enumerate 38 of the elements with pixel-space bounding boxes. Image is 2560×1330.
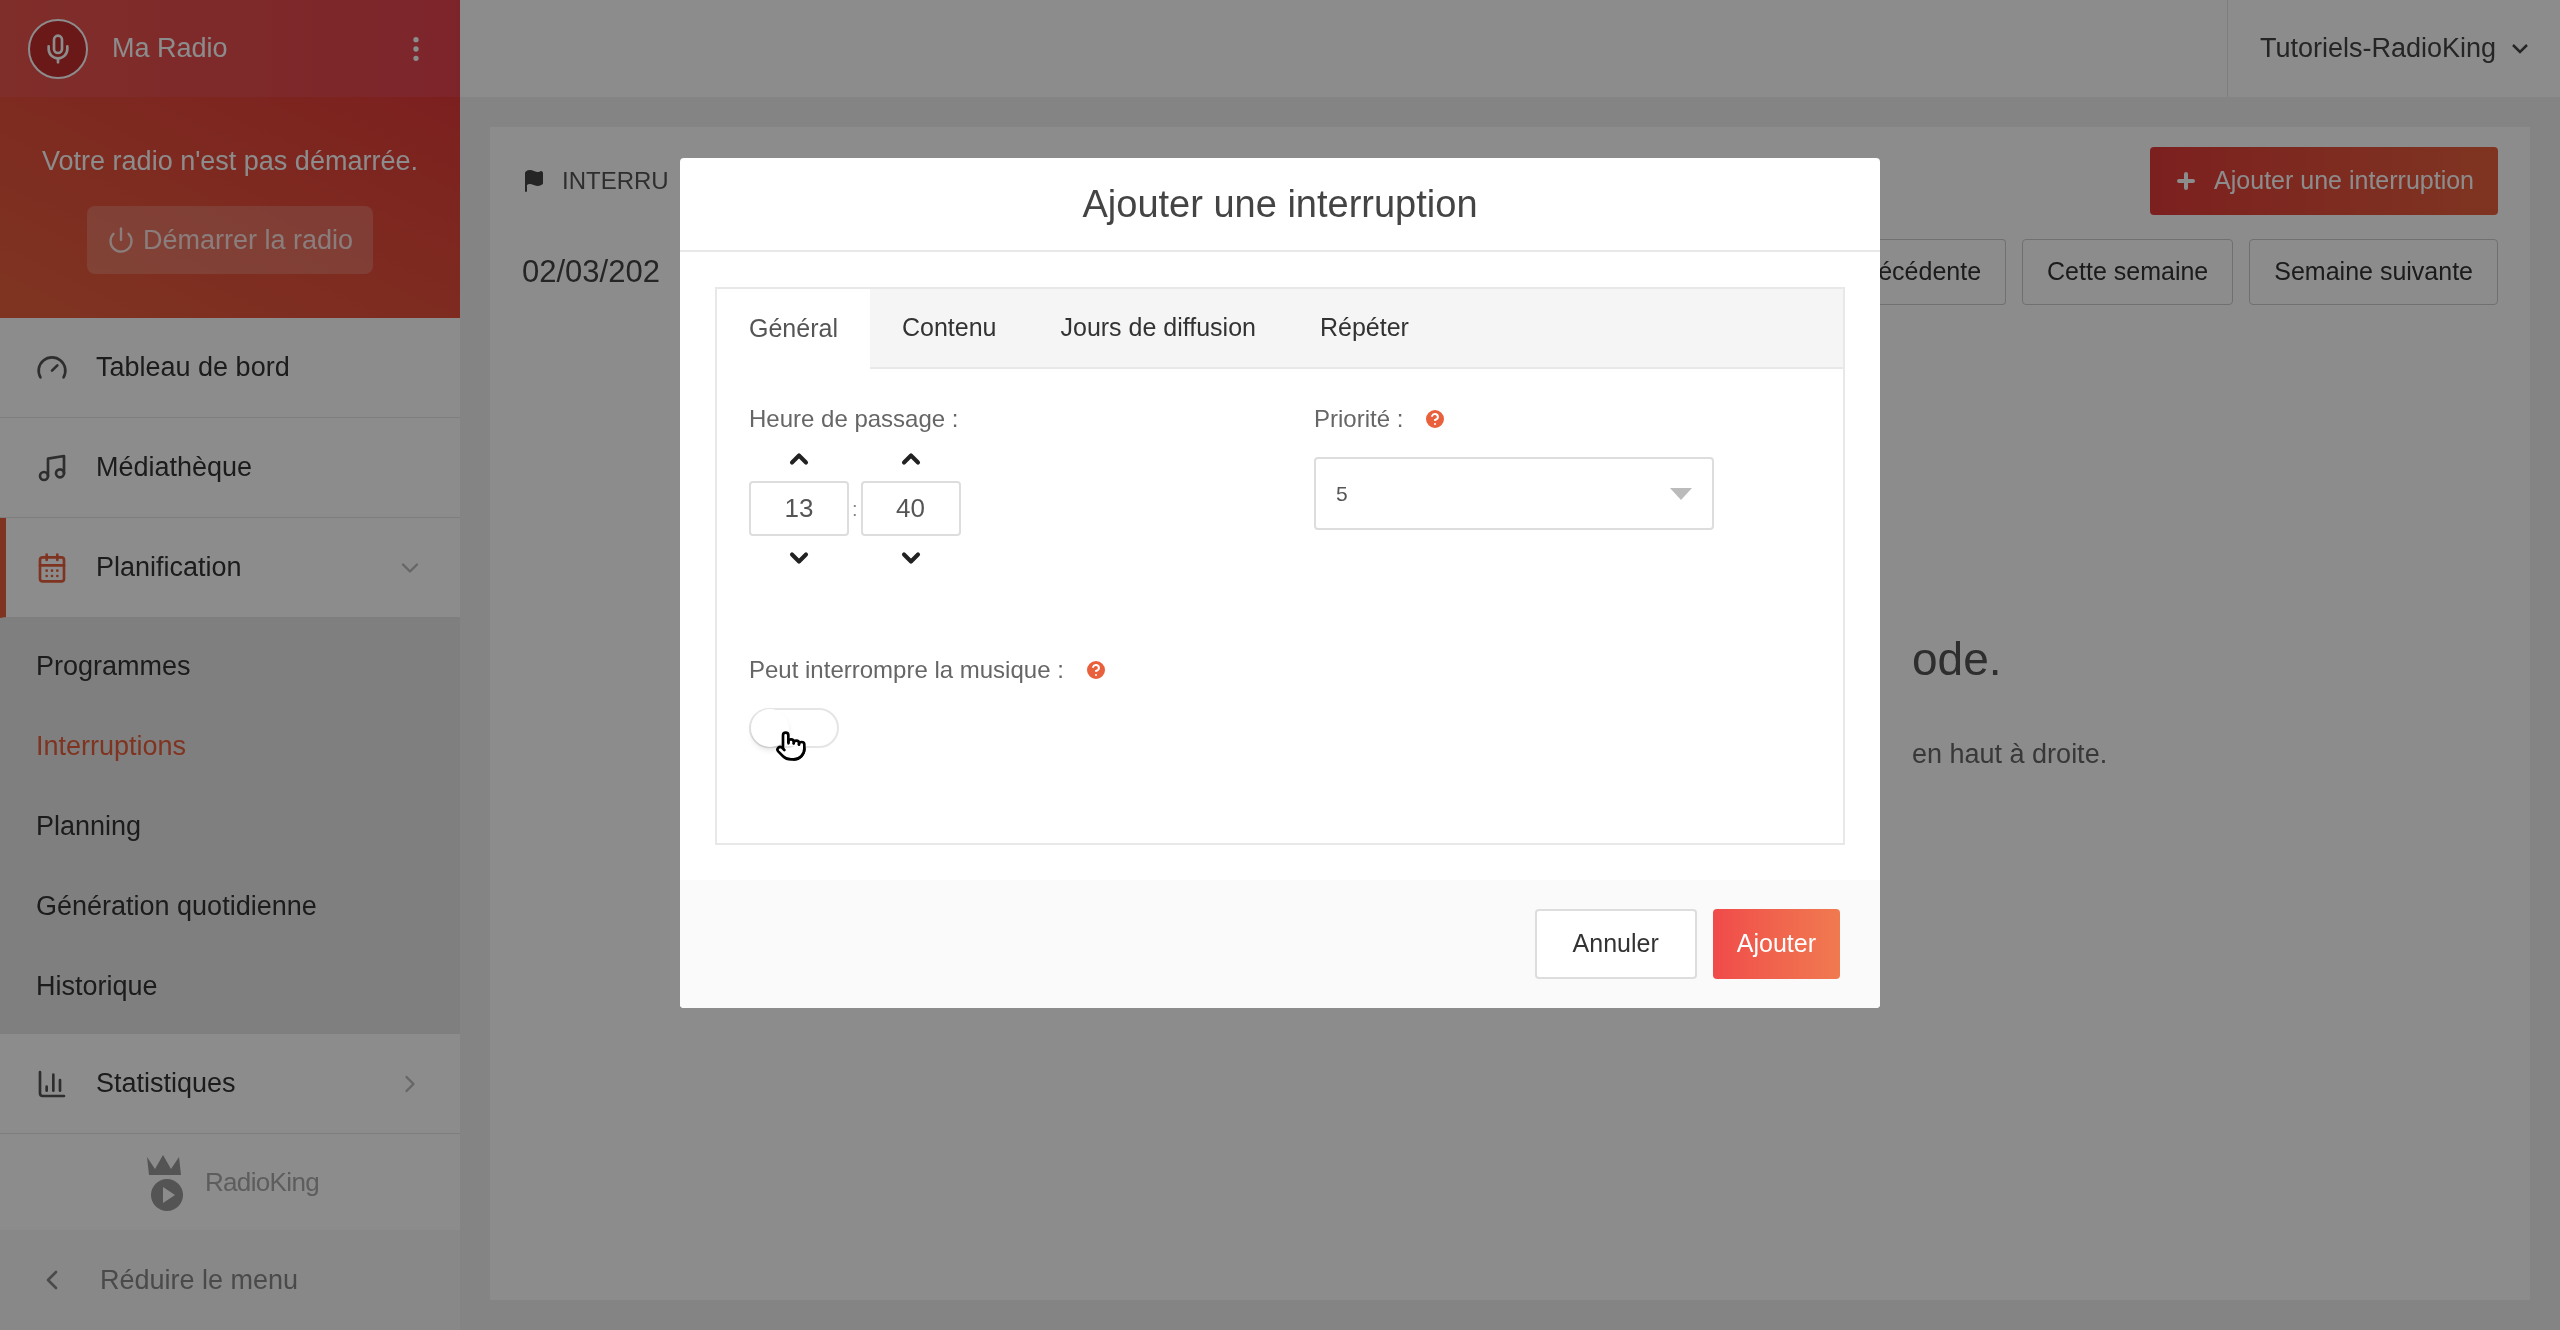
- modal-tab[interactable]: Général: [717, 289, 870, 369]
- submenu-item[interactable]: Programmes: [0, 626, 460, 706]
- time-label: Heure de passage :: [749, 404, 960, 434]
- station-name: Ma Radio: [112, 32, 229, 66]
- add-interruption-button[interactable]: Ajouter une interruption: [2150, 147, 2498, 215]
- submenu-item[interactable]: Planning: [0, 786, 460, 866]
- priority-select[interactable]: 5: [1314, 457, 1714, 530]
- hand-cursor-icon: [775, 730, 807, 762]
- submenu-item[interactable]: Génération quotidienne: [0, 866, 460, 946]
- interrupt-music-label: Peut interrompre la musique :: [749, 655, 1064, 685]
- page-title: INTERRU: [562, 166, 669, 196]
- calendar-icon: [36, 551, 68, 584]
- toggle-switch[interactable]: [749, 708, 839, 748]
- account-menu[interactable]: Tutoriels-RadioKing: [2226, 0, 2560, 97]
- chevron-down-icon: [2512, 43, 2528, 54]
- priority-label: Priorité :: [1314, 404, 1404, 434]
- empty-hint: en haut à droite.: [1912, 738, 2109, 771]
- time-input[interactable]: 40: [860, 481, 961, 536]
- dropdown-caret-icon: [1670, 487, 1692, 500]
- status-message: Votre radio n'est pas démarrée.: [42, 145, 418, 179]
- modal-tab[interactable]: Jours de diffusion: [1028, 289, 1288, 367]
- submenu-item[interactable]: Historique: [0, 946, 460, 1026]
- time-separator: :: [852, 496, 858, 522]
- power-icon: [106, 225, 135, 254]
- empty-title: ode.: [1912, 632, 2003, 687]
- modal-tab[interactable]: Répéter: [1288, 289, 1441, 367]
- flag-icon: [522, 169, 546, 193]
- week-button[interactable]: Semaine suivante: [2249, 239, 2498, 305]
- time-input[interactable]: 13: [749, 481, 849, 536]
- week-button[interactable]: Cette semaine: [2022, 239, 2234, 305]
- modal-tab[interactable]: Contenu: [869, 289, 1029, 367]
- sidebar-item[interactable]: Tableau de bord: [0, 318, 460, 418]
- sidebar-item[interactable]: Médiathèque: [0, 418, 460, 518]
- sidebar-item[interactable]: Statistiques: [0, 1034, 460, 1134]
- cancel-button[interactable]: Annuler: [1534, 909, 1697, 979]
- date-range: 02/03/202: [522, 252, 660, 291]
- modal-title: Ajouter une interruption: [1082, 181, 1478, 227]
- add-button[interactable]: Ajouter: [1712, 909, 1840, 979]
